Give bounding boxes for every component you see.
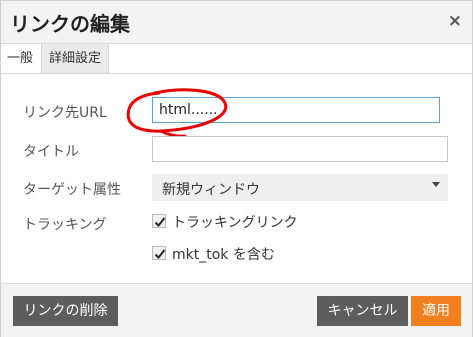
- tracking-link-checkbox[interactable]: [152, 214, 166, 228]
- title-label: タイトル: [23, 144, 79, 160]
- edit-link-dialog: リンクの編集 × 一般 詳細設定 リンク先URL タイトル ターゲット属性 新規…: [0, 0, 473, 337]
- tracking-label: トラッキング: [23, 217, 107, 233]
- dialog-titlebar: リンクの編集 ×: [1, 1, 472, 44]
- url-label: リンク先URL: [23, 105, 107, 121]
- target-label: ターゲット属性: [23, 182, 121, 198]
- target-select-value: 新規ウィンドウ: [162, 182, 260, 198]
- cancel-button[interactable]: キャンセル: [317, 296, 408, 326]
- delete-link-button[interactable]: リンクの削除: [13, 296, 118, 326]
- tracking-link-label: トラッキングリンク: [172, 215, 298, 231]
- target-select[interactable]: 新規ウィンドウ: [152, 174, 448, 201]
- mkt-tok-label: mkt_tok を含む: [172, 247, 275, 263]
- tab-advanced-settings[interactable]: 詳細設定: [41, 44, 109, 73]
- checkmark-icon: [154, 249, 166, 259]
- url-input[interactable]: [152, 97, 440, 123]
- dialog-footer: リンクの削除 キャンセル 適用: [1, 283, 472, 337]
- title-input[interactable]: [152, 136, 448, 162]
- tab-general[interactable]: 一般: [7, 44, 39, 73]
- dropdown-arrow-icon: [432, 182, 440, 187]
- apply-button[interactable]: 適用: [411, 296, 461, 326]
- close-button[interactable]: ×: [448, 11, 462, 31]
- mkt-tok-checkbox[interactable]: [152, 246, 166, 260]
- checkmark-icon: [154, 217, 166, 227]
- tab-bar: 一般 詳細設定: [1, 44, 472, 74]
- dialog-title: リンクの編集: [10, 12, 130, 36]
